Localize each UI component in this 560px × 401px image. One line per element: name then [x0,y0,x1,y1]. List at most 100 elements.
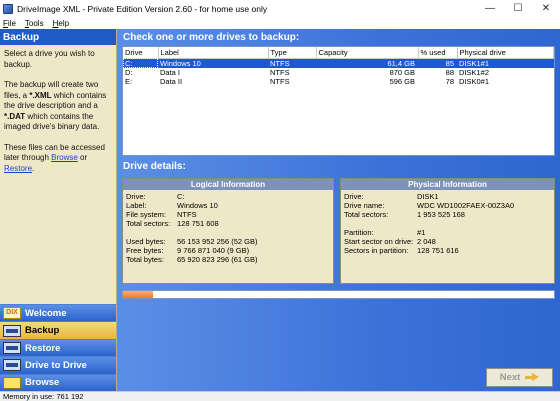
total-bytes-value: 65 920 823 296 (61 GB) [177,255,258,264]
minimize-button[interactable]: — [476,0,504,17]
drive-type: NTFS [270,67,290,77]
field-label: Drive name: [344,201,385,210]
progress-bar [122,290,555,299]
backup-icon [3,324,21,337]
drive-table-header: Drive Label Type Capacity % used Physica… [123,47,554,59]
progress-fill [123,291,154,298]
nav-restore[interactable]: Restore [0,338,116,357]
menu-tools-rest: ools [28,18,44,28]
nav-drive-to-drive[interactable]: Drive to Drive [0,356,116,374]
drive-capacity: 870 GB [389,67,415,77]
menu-file[interactable]: File [3,19,16,28]
column-header-type[interactable]: Type [268,47,317,59]
drive-row[interactable]: D: Data I NTFS 870 GB 88 DISK1#2 [123,68,554,78]
partition-value: #1 [417,228,426,237]
drive-letter: E: [125,77,133,87]
drive-used: 85 [418,58,457,68]
column-header-label[interactable]: Label [158,47,269,59]
arrow-right-icon [525,373,540,382]
column-header-physical[interactable]: Physical drive [457,47,554,59]
column-header-drive[interactable]: Drive [123,47,159,59]
drive-label: Windows 10 [158,58,268,68]
physical-sectors-value: 1 953 525 168 [417,210,465,219]
restore-link[interactable]: Restore [4,164,32,173]
logical-drive-value: C: [177,192,185,201]
drive-label: Data I [160,67,181,77]
xml-extension: *.XML [29,90,52,100]
close-button[interactable]: ✕ [532,0,560,17]
field-label: Used bytes: [126,237,166,246]
drive-type: NTFS [270,77,290,87]
column-header-capacity[interactable]: Capacity [316,47,419,59]
browse-link[interactable]: Browse [51,153,78,162]
start-sector-value: 2 048 [417,237,436,246]
menu-file-rest: ile [7,18,16,28]
left-panel: Backup Select a drive you wish to backup… [0,29,117,391]
next-button[interactable]: Next [486,368,553,387]
left-panel-header: Backup [0,29,116,45]
help-paragraph-3: These files can be accessed later throug… [4,143,112,175]
help-text: Select a drive you wish to backup. The b… [0,45,116,188]
drive-letter: C: [123,58,158,68]
nav-backup[interactable]: Backup [0,321,116,339]
field-label: Drive: [344,192,364,201]
drive-physical: DISK1#2 [459,67,490,77]
app-icon [3,3,13,14]
nav-welcome-label: Welcome [25,307,67,319]
sectors-in-partition-value: 128 751 616 [417,246,459,255]
help-text-segment: or [77,153,88,162]
free-bytes-value: 9 766 871 040 (9 GB) [177,246,250,255]
column-header-used[interactable]: % used [418,47,458,59]
nav-backup-label: Backup [25,325,60,337]
drives-heading: Check one or more drives to backup: [123,32,300,43]
field-label: Drive: [126,192,146,201]
folder-icon [3,376,21,389]
physical-info-panel: Physical Information Drive: DISK1 Drive … [340,178,555,284]
logical-info-title: Logical Information [123,179,333,190]
drive-physical: DISK1#1 [457,58,554,68]
drive-to-drive-icon [3,359,21,372]
drive-capacity: 61,4 GB [316,58,418,68]
help-paragraph-1: Select a drive you wish to backup. [4,49,95,69]
field-label: Free bytes: [126,246,164,255]
physical-drive-value: DISK1 [417,192,439,201]
status-bar: Memory in use: 761 192 [0,391,560,401]
drive-list[interactable]: Drive Label Type Capacity % used Physica… [122,46,555,156]
menu-help[interactable]: Help [53,19,69,28]
field-label: Total bytes: [126,255,164,264]
drive-row[interactable]: C: Windows 10 NTFS 61,4 GB 85 DISK1#1 [123,58,554,68]
dix-logo-icon: DIX [3,307,21,320]
nav-welcome[interactable]: DIX Welcome [0,304,116,322]
drive-type: NTFS [268,58,316,68]
drive-letter: D: [125,67,133,77]
physical-info-title: Physical Information [341,179,554,190]
menu-help-rest: elp [58,18,70,28]
logical-sectors-value: 128 751 608 [177,219,219,228]
drive-used: 78 [445,77,454,87]
menu-tools[interactable]: Tools [25,19,44,28]
details-heading: Drive details: [123,161,186,172]
field-label: Label: [126,201,147,210]
window-title: DriveImage XML - Private Edition Version… [17,3,268,14]
help-text-segment: . [32,163,35,173]
nav-browse-label: Browse [25,377,60,389]
field-label: Partition: [344,228,374,237]
file-system-value: NTFS [177,210,197,219]
field-label: File system: [126,210,167,219]
logical-label-value: Windows 10 [177,201,218,210]
drive-row[interactable]: E: Data II NTFS 596 GB 78 DISK0#1 [123,77,554,87]
used-bytes-value: 56 153 952 256 (52 GB) [177,237,258,246]
field-label: Sectors in partition: [344,246,409,255]
nav-list: DIX Welcome Backup Restore Drive to Driv… [0,304,116,391]
drive-table: Drive Label Type Capacity % used Physica… [123,47,554,87]
nav-browse[interactable]: Browse [0,373,116,391]
help-paragraph-2: The backup will create two files, a *.XM… [4,80,112,133]
nav-drive-to-drive-label: Drive to Drive [25,359,87,371]
maximize-button[interactable]: ☐ [504,0,532,17]
field-label: Start sector on drive: [344,237,414,246]
drive-capacity: 596 GB [389,77,415,87]
field-label: Total sectors: [126,219,171,228]
drive-label: Data II [160,77,183,87]
drive-physical: DISK0#1 [459,77,490,87]
field-label: Total sectors: [344,210,389,219]
